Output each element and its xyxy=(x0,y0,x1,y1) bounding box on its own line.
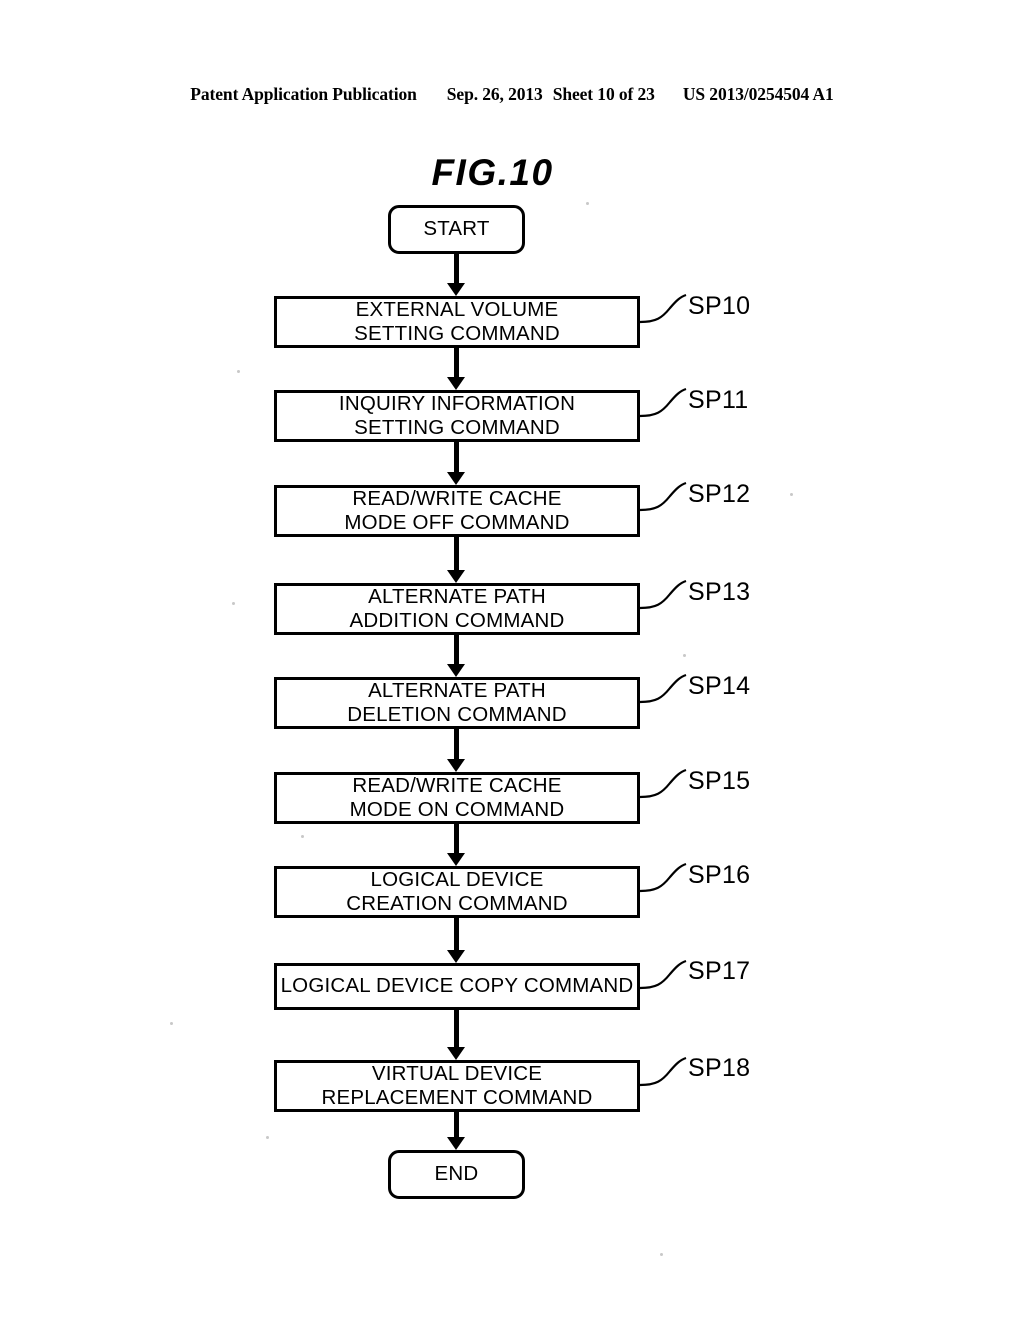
flow-node-sp15: READ/WRITE CACHE MODE ON COMMAND xyxy=(274,772,640,824)
scan-speck xyxy=(232,602,235,605)
step-label-sp12: SP12 xyxy=(688,480,751,508)
flow-node-sp14: ALTERNATE PATH DELETION COMMAND xyxy=(274,677,640,729)
step-label-sp13: SP13 xyxy=(688,578,751,606)
scan-speck xyxy=(790,493,793,496)
step-label-sp14: SP14 xyxy=(688,672,751,700)
flow-node-start: START xyxy=(388,205,525,254)
step-label-sp10: SP10 xyxy=(688,292,751,320)
flow-node-sp13: ALTERNATE PATH ADDITION COMMAND xyxy=(274,583,640,635)
step-label-sp16: SP16 xyxy=(688,861,751,889)
step-label-sp11: SP11 xyxy=(688,386,749,414)
scan-speck xyxy=(237,370,240,373)
step-label-sp15: SP15 xyxy=(688,767,751,795)
flow-node-sp11: INQUIRY INFORMATION SETTING COMMAND xyxy=(274,390,640,442)
step-label-sp17: SP17 xyxy=(688,957,751,985)
scan-speck xyxy=(683,654,686,657)
figure-title: FIG.10 xyxy=(431,152,554,193)
flowchart-figure: FIG.10 START EXTERNAL VOLUME SETTING COM… xyxy=(0,0,1024,1320)
scan-speck xyxy=(266,1136,269,1139)
scan-speck xyxy=(586,202,589,205)
flow-node-sp10: EXTERNAL VOLUME SETTING COMMAND xyxy=(274,296,640,348)
flow-node-sp18: VIRTUAL DEVICE REPLACEMENT COMMAND xyxy=(274,1060,640,1112)
flow-node-end: END xyxy=(388,1150,525,1199)
flow-node-sp12: READ/WRITE CACHE MODE OFF COMMAND xyxy=(274,485,640,537)
flow-node-sp17: LOGICAL DEVICE COPY COMMAND xyxy=(274,963,640,1010)
step-label-sp18: SP18 xyxy=(688,1054,751,1082)
scan-speck xyxy=(660,1253,663,1256)
flow-node-sp16: LOGICAL DEVICE CREATION COMMAND xyxy=(274,866,640,918)
scan-speck xyxy=(170,1022,173,1025)
scan-speck xyxy=(301,835,304,838)
